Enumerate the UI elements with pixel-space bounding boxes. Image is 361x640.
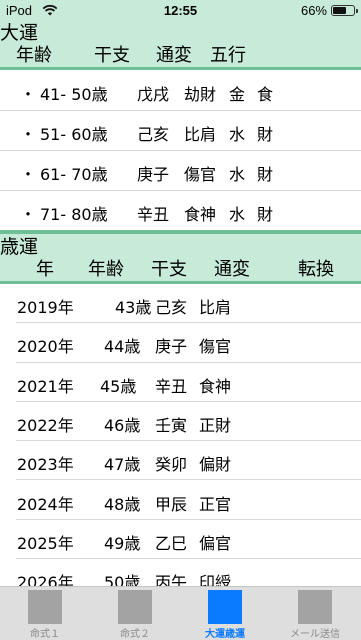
row-tsuhen: 偏官 [199,533,232,553]
row-year: 2023年 [17,455,74,475]
battery-icon [331,5,358,16]
tab-bar: 命式１ 命式２ 大運歳運 メール送信 [0,586,361,640]
row-tsuhen: 比肩 [199,298,232,317]
battery-percent: 66% [300,3,327,18]
row-kanshi: 己亥 [137,125,170,144]
row-tsuhen: 食神 [184,205,217,224]
row-age: 51- 60歳 [40,125,108,144]
tab-placeholder-icon [208,590,242,624]
row-age: 44歳 [104,337,141,357]
row-kanshi: 壬寅 [155,415,188,435]
tab-placeholder-icon [118,590,152,624]
row-kanshi: 辛丑 [155,376,188,396]
row-tsuhen: 比肩 [184,125,217,144]
row-kanshi: 癸卯 [155,455,188,475]
row-age: 47歳 [104,455,141,475]
row-year: 2020年 [17,337,74,357]
row-year: 2022年 [17,415,74,435]
daiun-row[interactable]: ・ 61- 70歳 庚子 傷官 水 財 [0,151,361,191]
row-age: 48歳 [104,494,141,514]
daiun-header: 大運 年齢 干支 通変 五行 [0,22,361,70]
daiun-col-tsuhen: 通変 [156,45,192,66]
row-tsuhen: 食神 [199,376,232,396]
row-age: 41- 50歳 [40,85,108,104]
daiun-row[interactable]: ・ 71- 80歳 辛丑 食神 水 財 [0,191,361,231]
daiun-col-kanshi: 干支 [94,45,130,66]
row-gogyo-element: 水 [229,165,246,184]
row-gogyo-relation: 財 [257,125,274,144]
saiun-title: 歳運 [0,236,39,258]
row-age: 43歳 [115,298,152,317]
saiun-col-age: 年齢 [88,259,124,280]
saiun-row[interactable]: 2024年 48歳 甲辰 正官 [0,481,361,521]
row-age: 49歳 [104,533,141,553]
status-bar: iPod 12:55 66% [0,0,361,22]
daiun-col-age: 年齢 [16,45,52,66]
daiun-row[interactable]: ・ 51- 60歳 己亥 比肩 水 財 [0,111,361,151]
row-age: 71- 80歳 [40,205,108,224]
tab-placeholder-icon [28,590,62,624]
tab-placeholder-icon [298,590,332,624]
saiun-col-year: 年 [36,259,54,280]
row-bullet: ・ [20,85,37,104]
row-tsuhen: 正官 [199,494,232,514]
row-kanshi: 甲辰 [155,494,188,514]
row-tsuhen: 正財 [199,415,232,435]
row-bullet: ・ [20,165,37,184]
tab-label: 大運歳運 [205,629,245,640]
tab-daiun-saiun[interactable]: 大運歳運 [180,587,270,640]
row-gogyo-element: 金 [229,85,246,104]
row-tsuhen: 傷官 [199,337,232,357]
row-year: 2019年 [17,298,74,317]
row-kanshi: 乙巳 [155,533,188,553]
saiun-col-kanshi: 干支 [151,259,187,280]
row-kanshi: 庚子 [155,337,188,357]
row-age: 46歳 [104,415,141,435]
tab-meishiki-1[interactable]: 命式１ [0,587,90,640]
row-gogyo-relation: 財 [257,165,274,184]
row-gogyo-relation: 財 [257,205,274,224]
row-tsuhen: 劫財 [184,85,217,104]
row-year: 2025年 [17,533,74,553]
row-bullet: ・ [20,205,37,224]
saiun-col-tenkan: 転換 [298,259,334,280]
saiun-row[interactable]: 2019年 43歳 己亥 比肩 [0,284,361,324]
daiun-title: 大運 [0,22,39,44]
saiun-row[interactable]: 2021年 45歳 辛丑 食神 [0,363,361,403]
saiun-row[interactable]: 2023年 47歳 癸卯 偏財 [0,441,361,481]
row-gogyo-relation: 食 [257,85,274,104]
row-gogyo-element: 水 [229,125,246,144]
row-gogyo-element: 水 [229,205,246,224]
row-bullet: ・ [20,125,37,144]
row-age: 61- 70歳 [40,165,108,184]
row-tsuhen: 傷官 [184,165,217,184]
row-age: 45歳 [100,376,137,396]
row-kanshi: 己亥 [155,298,188,317]
row-year: 2021年 [17,376,74,396]
saiun-row[interactable]: 2022年 46歳 壬寅 正財 [0,402,361,442]
saiun-row[interactable]: 2025年 49歳 乙巳 偏官 [0,520,361,560]
row-tsuhen: 偏財 [199,455,232,475]
row-kanshi: 庚子 [137,165,170,184]
row-kanshi: 辛丑 [137,205,170,224]
row-year: 2024年 [17,494,74,514]
tab-label: 命式２ [120,629,150,640]
tab-mail-send[interactable]: メール送信 [270,587,360,640]
tab-label: メール送信 [290,629,340,640]
daiun-row[interactable]: ・ 41- 50歳 戊戌 劫財 金 食 [0,71,361,111]
row-kanshi: 戊戌 [137,85,170,104]
saiun-header: 歳運 年 年齢 干支 通変 転換 [0,230,361,284]
saiun-col-tsuhen: 通変 [214,259,250,280]
daiun-col-gogyo: 五行 [210,45,246,66]
tab-meishiki-2[interactable]: 命式２ [90,587,180,640]
saiun-row[interactable]: 2020年 44歳 庚子 傷官 [0,323,361,363]
tab-label: 命式１ [30,629,60,640]
